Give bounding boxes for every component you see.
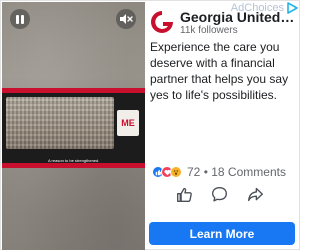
thumbs-up-icon xyxy=(176,187,192,202)
comment-icon xyxy=(211,186,227,202)
mute-button[interactable] xyxy=(116,9,136,29)
reaction-count-text: 72 • 18 Comments xyxy=(187,165,286,179)
brand-name[interactable]: Georgia United Credit Union xyxy=(180,9,296,25)
learn-more-button[interactable]: Learn More xyxy=(149,222,295,245)
ad-content: AdChoices Georgia United Credit Union 11… xyxy=(146,1,301,250)
banner-badge: ME xyxy=(117,110,139,136)
video-banner: ME xyxy=(2,88,145,168)
mute-icon xyxy=(120,14,133,24)
video-player[interactable]: ME A reason to be strengthened. xyxy=(2,2,145,250)
share-button[interactable] xyxy=(244,183,266,205)
action-bar xyxy=(146,183,301,207)
pause-button[interactable] xyxy=(10,9,30,29)
follower-count: 11k followers xyxy=(180,25,238,36)
comment-count[interactable]: 18 Comments xyxy=(211,165,286,179)
ad-unit: ME A reason to be strengthened. AdChoice… xyxy=(0,0,300,250)
brand-logo-icon[interactable] xyxy=(149,9,175,35)
count-separator: • xyxy=(203,165,208,179)
banner-bottom-stripe xyxy=(2,163,145,168)
wow-reaction-icon xyxy=(170,166,182,178)
ad-body-text: Experience the care you deserve with a f… xyxy=(150,40,289,102)
reactions-summary[interactable]: 72 • 18 Comments xyxy=(152,165,286,179)
like-button[interactable] xyxy=(173,183,195,205)
share-icon xyxy=(247,187,263,201)
banner-badge-text: ME xyxy=(121,117,135,128)
crowd-photo xyxy=(6,97,114,149)
pause-icon xyxy=(16,14,24,24)
video-caption: A reason to be strengthened. xyxy=(48,158,100,163)
comment-button[interactable] xyxy=(208,183,230,205)
reaction-count: 72 xyxy=(187,165,201,179)
banner-top-stripe xyxy=(2,88,145,93)
